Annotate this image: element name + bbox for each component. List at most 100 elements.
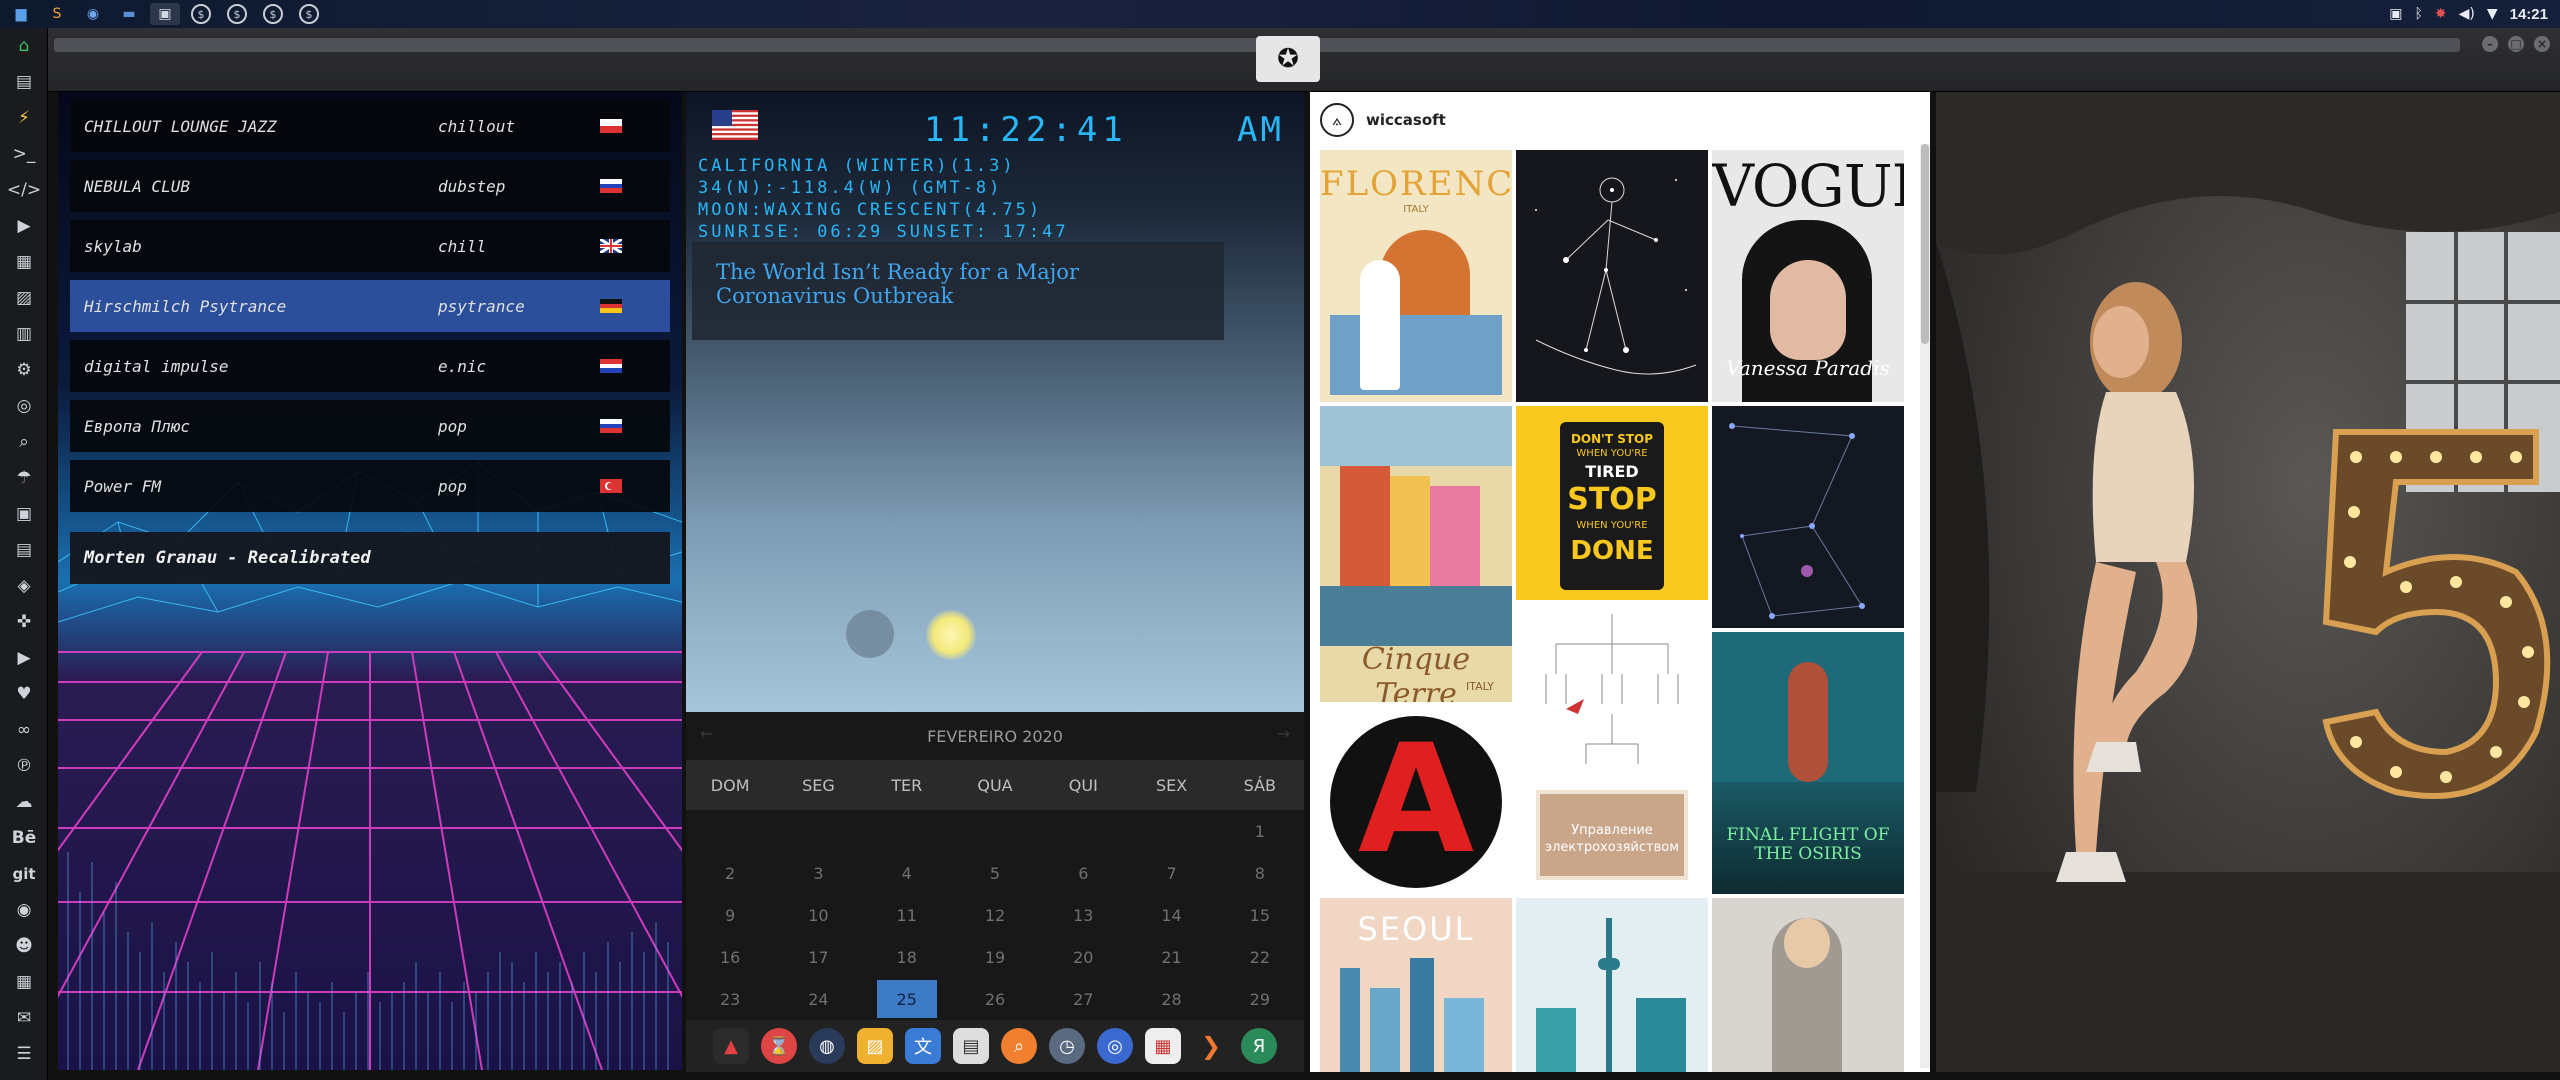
calendar-day[interactable]: 26 xyxy=(951,978,1039,1020)
globe-icon[interactable]: ◍ xyxy=(809,1028,845,1064)
heart-icon[interactable]: ♥ xyxy=(0,676,48,712)
instagram-username[interactable]: wiccasoft xyxy=(1366,111,1446,129)
post-dont-stop[interactable]: DON'T STOP WHEN YOU'RE TIRED STOP WHEN Y… xyxy=(1516,406,1708,600)
news-headline[interactable]: The World Isn’t Ready for a Major Corona… xyxy=(692,242,1224,340)
rebel-alliance-icon[interactable]: ✪ xyxy=(1256,36,1320,82)
calendar-day[interactable]: 15 xyxy=(1216,894,1304,936)
calendar-day[interactable]: 27 xyxy=(1039,978,1127,1020)
post-florence[interactable]: FLORENCE ITALY xyxy=(1320,150,1512,402)
clock[interactable]: 14:21 xyxy=(2510,6,2548,23)
minimize-button[interactable]: – xyxy=(2482,36,2498,52)
chrome-icon[interactable]: ◉ xyxy=(78,3,108,25)
calendar-day[interactable]: 6 xyxy=(1039,852,1127,894)
terminal-icon[interactable]: >_ xyxy=(0,136,48,172)
window-titlebar[interactable]: ✪ – □ × xyxy=(48,28,2560,92)
bug-icon[interactable]: ✸ xyxy=(2435,6,2447,22)
pages-icon[interactable]: ▤ xyxy=(0,532,48,568)
film-icon[interactable]: ▦ xyxy=(0,244,48,280)
calendar-day[interactable]: 9 xyxy=(686,894,774,936)
dock-app-icon[interactable]: ▲ xyxy=(713,1028,749,1064)
calendar-day[interactable]: 12 xyxy=(951,894,1039,936)
station-item[interactable]: NEBULA CLUB dubstep xyxy=(70,160,670,212)
calendar-day[interactable]: 22 xyxy=(1216,936,1304,978)
station-item[interactable]: Европа Плюс pop xyxy=(70,400,670,452)
post-cinque-terre[interactable]: Cinque Terre ITALY xyxy=(1320,406,1512,702)
news-icon[interactable]: ▤ xyxy=(953,1028,989,1064)
calendar-day[interactable]: 17 xyxy=(774,936,862,978)
post-electrical-book[interactable]: Управление электрохозяйством xyxy=(1516,604,1708,894)
document-icon[interactable]: ▤ xyxy=(0,64,48,100)
post-anarchy-wikipedia[interactable]: A xyxy=(1320,706,1512,894)
dollar-icon[interactable]: $ xyxy=(258,3,288,25)
post-constellation-orion[interactable] xyxy=(1712,406,1904,628)
image-icon[interactable]: ▣ xyxy=(2389,6,2402,22)
globe-icon[interactable]: ◎ xyxy=(0,388,48,424)
news-icon[interactable]: ▥ xyxy=(0,316,48,352)
post-constellation-virgo[interactable] xyxy=(1516,150,1708,402)
mail-icon[interactable]: ✉ xyxy=(0,1000,48,1036)
calendar-day[interactable]: 18 xyxy=(863,936,951,978)
calendar-day[interactable]: 29 xyxy=(1216,978,1304,1020)
wifi-icon[interactable]: ▼ xyxy=(2487,6,2498,22)
post-model-photo[interactable] xyxy=(1712,898,1904,1072)
calendar-day[interactable]: 21 xyxy=(1127,936,1215,978)
timer-icon[interactable]: ⌛ xyxy=(761,1028,797,1064)
post-osiris[interactable]: FINAL FLIGHT OF THE OSIRIS xyxy=(1712,632,1904,894)
station-item[interactable]: Hirschmilch Psytrance psytrance xyxy=(70,280,670,332)
play-icon[interactable]: ▶ xyxy=(0,208,48,244)
arrow-icon[interactable]: ❯ xyxy=(1193,1028,1229,1064)
calendar-day[interactable]: 19 xyxy=(951,936,1039,978)
calendar-day[interactable]: 20 xyxy=(1039,936,1127,978)
avatar[interactable]: ⟑ xyxy=(1320,103,1354,137)
calendar-day[interactable]: 5 xyxy=(951,852,1039,894)
calendar-day[interactable]: 13 xyxy=(1039,894,1127,936)
files-icon[interactable]: ▆ xyxy=(6,3,36,25)
dollar-icon[interactable]: $ xyxy=(222,3,252,25)
station-item[interactable]: digital impulse e.nic xyxy=(70,340,670,392)
post-auckland[interactable] xyxy=(1516,898,1708,1072)
screen-icon[interactable]: ▣ xyxy=(150,3,180,25)
map-icon[interactable]: ▦ xyxy=(0,964,48,1000)
clock-icon[interactable]: ◷ xyxy=(1049,1028,1085,1064)
volume-icon[interactable]: ◀) xyxy=(2459,6,2475,22)
behance-icon[interactable]: Bē xyxy=(0,820,48,856)
prev-month-arrow-icon[interactable]: ← xyxy=(700,724,713,743)
calendar-day[interactable]: 14 xyxy=(1127,894,1215,936)
umbrella-icon[interactable]: ☂ xyxy=(0,460,48,496)
maximize-button[interactable]: □ xyxy=(2508,36,2524,52)
station-item[interactable]: Power FM pop xyxy=(70,460,670,512)
close-button[interactable]: × xyxy=(2534,36,2550,52)
station-item[interactable]: skylab chill xyxy=(70,220,670,272)
translate-icon[interactable]: 文 xyxy=(905,1028,941,1064)
dollar-icon[interactable]: $ xyxy=(294,3,324,25)
image-viewer-icon[interactable]: ▨ xyxy=(857,1028,893,1064)
sublime-icon[interactable]: S xyxy=(42,3,72,25)
home-icon[interactable]: ⌂ xyxy=(0,28,48,64)
calendar-day[interactable]: 16 xyxy=(686,936,774,978)
calendar-day[interactable]: 28 xyxy=(1127,978,1215,1020)
calendar-icon[interactable]: ▦ xyxy=(1145,1028,1181,1064)
youtube-icon[interactable]: ▶ xyxy=(0,640,48,676)
calendar-day[interactable]: 23 xyxy=(686,978,774,1020)
search-icon[interactable]: ⌕ xyxy=(1001,1028,1037,1064)
calendar-day[interactable]: 1 xyxy=(1216,810,1304,852)
calendar-day[interactable]: 8 xyxy=(1216,852,1304,894)
cloud-icon[interactable]: ☁ xyxy=(0,784,48,820)
code-icon[interactable]: </> xyxy=(0,172,48,208)
git-icon[interactable]: git xyxy=(0,856,48,892)
calendar-day[interactable]: 4 xyxy=(863,852,951,894)
calendar-day[interactable]: 2 xyxy=(686,852,774,894)
yandex-icon[interactable]: Я xyxy=(1241,1028,1277,1064)
image-icon[interactable]: ▨ xyxy=(0,280,48,316)
station-item[interactable]: CHILLOUT LOUNGE JAZZ chillout xyxy=(70,100,670,152)
people-icon[interactable]: ☻ xyxy=(0,928,48,964)
github-icon[interactable]: ◉ xyxy=(0,892,48,928)
dollar-icon[interactable]: $ xyxy=(186,3,216,25)
tag-icon[interactable]: ◈ xyxy=(0,568,48,604)
calendar-day[interactable]: 24 xyxy=(774,978,862,1020)
settings-icon[interactable]: ⚙ xyxy=(0,352,48,388)
browser-icon[interactable]: ◎ xyxy=(1097,1028,1133,1064)
calendar-day[interactable]: 25 xyxy=(876,980,937,1018)
pinterest-icon[interactable]: ℗ xyxy=(0,748,48,784)
lightning-icon[interactable]: ⚡ xyxy=(0,100,48,136)
